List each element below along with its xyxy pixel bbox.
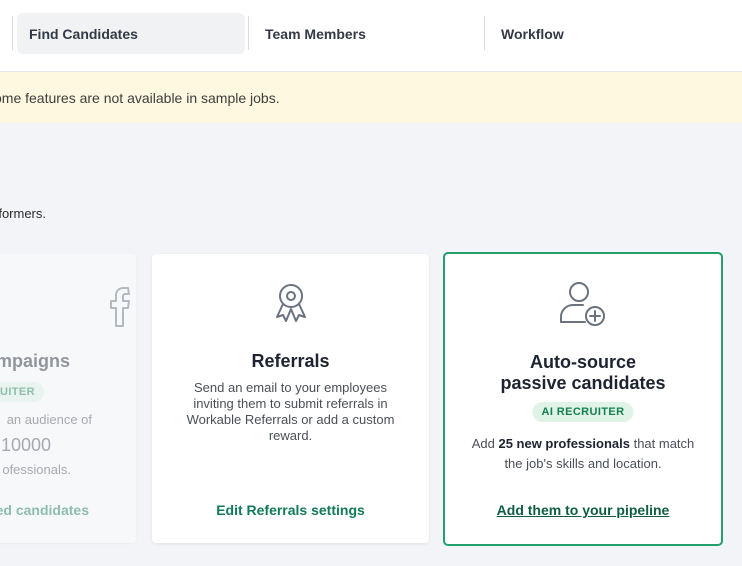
add-to-pipeline-link[interactable]: Add them to your pipeline bbox=[445, 502, 721, 518]
tab-label: Find Candidates bbox=[29, 25, 138, 42]
card-title-line1: Auto-source bbox=[529, 352, 636, 372]
card-title: mpaigns bbox=[0, 351, 70, 371]
auto-source-card: Auto-source passive candidates AI RECRUI… bbox=[443, 252, 723, 546]
edit-referrals-settings-link[interactable]: Edit Referrals settings bbox=[152, 502, 429, 518]
tab-label: Workflow bbox=[501, 25, 564, 42]
intro-text-content: rformers. bbox=[0, 206, 46, 221]
tab-label: Team Members bbox=[265, 25, 366, 42]
description-prefix: Add bbox=[471, 436, 499, 451]
audience-count: 10000 bbox=[0, 435, 51, 455]
tab-find-candidates[interactable]: Find Candidates bbox=[17, 13, 245, 54]
card-body-line: ofessionals. bbox=[2, 462, 71, 477]
campaigns-action-link[interactable]: ed candidates bbox=[0, 502, 89, 518]
card-description: Add 25 new professionals that match the … bbox=[465, 434, 701, 474]
card-title-line2: passive candidates bbox=[500, 373, 666, 393]
tab-separator bbox=[248, 16, 249, 50]
ai-recruiter-badge: AI RECRUITER bbox=[532, 402, 634, 422]
tab-separator bbox=[12, 16, 13, 50]
tab-separator bbox=[484, 16, 485, 50]
tab-team-members[interactable]: Team Members bbox=[253, 13, 481, 54]
ai-recruiter-badge: RUITER bbox=[0, 382, 44, 402]
campaigns-card: mpaigns RUITER an audience of 10000 ofes… bbox=[0, 254, 136, 543]
tab-workflow[interactable]: Workflow bbox=[489, 13, 717, 54]
referrals-card: Referrals Send an email to your employee… bbox=[152, 254, 429, 543]
facebook-icon bbox=[110, 287, 130, 327]
card-body-line: an audience of bbox=[6, 412, 92, 427]
banner-text: ome features are not available in sample… bbox=[0, 89, 280, 106]
add-to-pipeline-label: Add them to your pipeline bbox=[496, 502, 670, 518]
card-description: Send an email to your employees inviting… bbox=[186, 380, 395, 443]
add-user-icon bbox=[560, 282, 605, 326]
top-tab-bar: Find Candidates Team Members Workflow bbox=[0, 0, 742, 72]
intro-text: rformers. bbox=[0, 206, 46, 221]
professionals-count: 25 new professionals bbox=[498, 436, 630, 451]
award-ribbon-icon bbox=[275, 284, 306, 322]
sample-job-banner: ome features are not available in sample… bbox=[0, 72, 742, 123]
card-title: Referrals bbox=[251, 351, 330, 371]
